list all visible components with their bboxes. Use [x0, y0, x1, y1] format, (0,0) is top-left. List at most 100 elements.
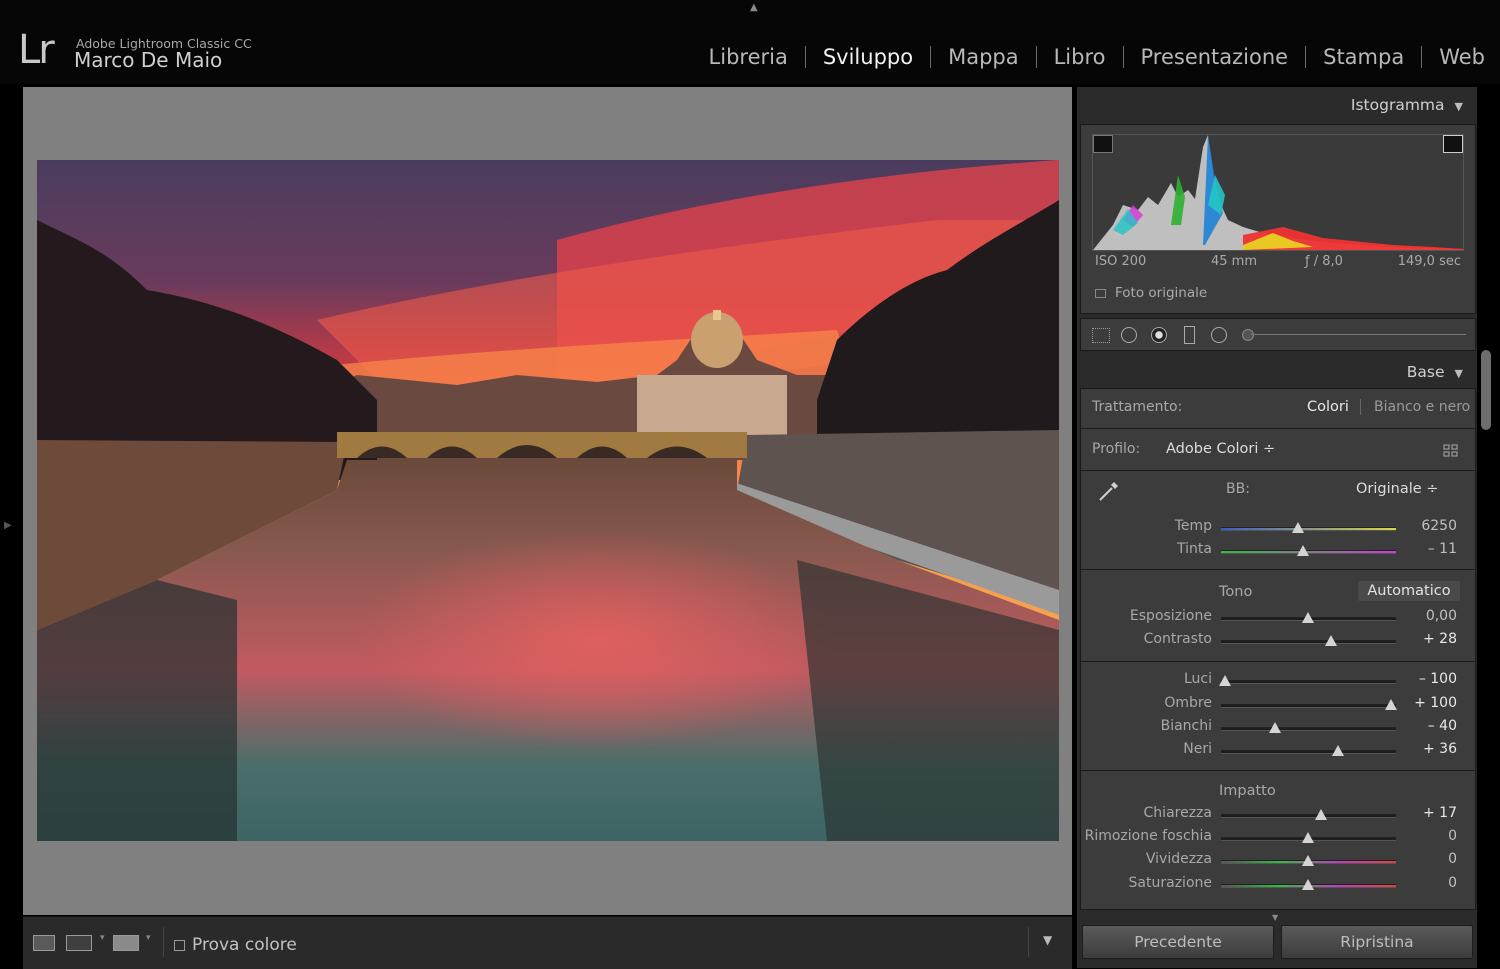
panel-expand-icon[interactable]: ▼: [1272, 913, 1278, 922]
highlight-clipping-icon[interactable]: [1443, 135, 1463, 153]
clarity-slider-track[interactable]: [1221, 814, 1396, 818]
spot-removal-icon[interactable]: [1121, 327, 1137, 343]
presence-label: Impatto: [1219, 783, 1276, 799]
highlights-value[interactable]: – 100: [1407, 671, 1457, 687]
soft-proofing-label: Prova colore: [192, 935, 297, 955]
original-photo-checkbox[interactable]: [1095, 289, 1106, 298]
clarity-value[interactable]: + 17: [1407, 805, 1457, 821]
clarity-slider-handle[interactable]: [1315, 809, 1328, 820]
section-divider: [1081, 770, 1475, 771]
photo-preview[interactable]: [37, 160, 1059, 841]
module-libro[interactable]: Libro: [1037, 45, 1123, 69]
temp-label: Temp: [1174, 518, 1212, 534]
shadows-slider-track[interactable]: [1221, 704, 1396, 708]
tone-label: Tono: [1219, 584, 1253, 600]
highlights-slider-track[interactable]: [1221, 680, 1396, 684]
original-photo-label: Foto originale: [1115, 285, 1208, 301]
white-balance-picker-icon[interactable]: [1097, 479, 1119, 501]
collapse-triangle-icon: ▼: [1454, 100, 1463, 113]
shadow-clipping-icon[interactable]: [1093, 135, 1113, 153]
saturation-slider-handle[interactable]: [1302, 879, 1314, 890]
whites-value[interactable]: – 40: [1407, 718, 1457, 734]
blacks-slider-track[interactable]: [1221, 750, 1396, 754]
vibrance-slider-handle[interactable]: [1302, 855, 1314, 866]
histogram-graph[interactable]: [1092, 134, 1464, 251]
adjustment-brush-icon[interactable]: [1242, 329, 1254, 341]
graduated-filter-icon[interactable]: [1184, 326, 1195, 344]
previous-button[interactable]: Precedente: [1082, 925, 1274, 959]
vibrance-label: Vividezza: [1145, 851, 1212, 867]
histogram-header[interactable]: Istogramma ▼: [1351, 96, 1463, 114]
dehaze-slider-handle[interactable]: [1302, 832, 1314, 843]
temp-value[interactable]: 6250: [1407, 518, 1457, 534]
collapse-top-panel-icon[interactable]: ▲: [750, 2, 758, 13]
module-mappa[interactable]: Mappa: [931, 45, 1036, 69]
dehaze-value[interactable]: 0: [1407, 828, 1457, 844]
tint-label: Tinta: [1177, 541, 1212, 557]
temp-slider-track[interactable]: [1221, 527, 1396, 531]
contrast-value[interactable]: + 28: [1407, 631, 1457, 647]
treatment-color-option[interactable]: Colori: [1307, 399, 1349, 415]
expand-left-panel-icon[interactable]: ▶: [4, 520, 12, 531]
histogram-panel: ISO 200 45 mm ƒ / 8,0 149,0 sec Foto ori…: [1080, 124, 1476, 314]
exposure-slider-handle[interactable]: [1302, 612, 1314, 623]
radial-filter-icon[interactable]: [1211, 327, 1227, 343]
module-picker: Libreria Sviluppo Mappa Libro Presentazi…: [692, 40, 1500, 74]
saturation-value[interactable]: 0: [1407, 875, 1457, 891]
treatment-label: Trattamento:: [1092, 399, 1183, 415]
section-divider: [1081, 470, 1475, 471]
loupe-view-icon[interactable]: [33, 935, 55, 951]
module-web[interactable]: Web: [1422, 45, 1500, 69]
whites-slider-handle[interactable]: [1268, 722, 1281, 733]
flag-view-icon[interactable]: [113, 935, 139, 951]
module-sviluppo[interactable]: Sviluppo: [806, 45, 930, 69]
lightroom-logo: Lr: [18, 27, 55, 73]
tint-value[interactable]: – 11: [1407, 541, 1457, 557]
shadows-value[interactable]: + 100: [1407, 695, 1457, 711]
right-panel-scrollbar[interactable]: [1481, 350, 1491, 430]
module-libreria[interactable]: Libreria: [692, 45, 805, 69]
crop-tool-icon[interactable]: [1092, 328, 1110, 343]
blacks-slider-handle[interactable]: [1331, 745, 1344, 756]
section-divider: [1081, 569, 1475, 570]
section-divider: [1081, 428, 1475, 429]
toolbar-menu-chevron-icon[interactable]: ▼: [1043, 933, 1052, 947]
exposure-label: Esposizione: [1129, 608, 1212, 624]
contrast-slider-handle[interactable]: [1325, 635, 1338, 646]
flag-options-chevron-icon[interactable]: ▾: [146, 933, 151, 943]
collapse-triangle-icon: ▼: [1454, 367, 1463, 380]
whites-slider-track[interactable]: [1221, 727, 1396, 731]
wb-label: BB:: [1226, 481, 1250, 497]
highlights-label: Luci: [1183, 671, 1212, 687]
user-name: Marco De Maio: [74, 48, 223, 72]
vibrance-value[interactable]: 0: [1407, 851, 1457, 867]
temp-slider-handle[interactable]: [1292, 522, 1305, 533]
treatment-bw-option[interactable]: Bianco e nero: [1374, 399, 1470, 415]
dehaze-label: Rimozione foschia: [1084, 828, 1212, 844]
highlights-slider-handle[interactable]: [1219, 675, 1231, 686]
module-stampa[interactable]: Stampa: [1306, 45, 1421, 69]
base-header[interactable]: Base ▼: [1407, 363, 1463, 381]
tint-slider-handle[interactable]: [1297, 545, 1310, 556]
histogram-focal-length: 45 mm: [1211, 254, 1258, 269]
tool-strip: [1080, 318, 1476, 351]
reset-button[interactable]: Ripristina: [1281, 925, 1473, 959]
shadows-slider-handle[interactable]: [1385, 699, 1397, 710]
saturation-label: Saturazione: [1128, 875, 1212, 891]
auto-tone-button[interactable]: Automatico: [1358, 581, 1460, 601]
red-eye-icon[interactable]: [1151, 327, 1167, 343]
wb-dropdown[interactable]: Originale ÷: [1356, 481, 1438, 497]
view-options-chevron-icon[interactable]: ▾: [100, 933, 105, 943]
soft-proofing-checkbox[interactable]: [174, 939, 185, 951]
soft-proofing-toggle[interactable]: Prova colore: [174, 935, 297, 955]
contrast-slider-track[interactable]: [1221, 640, 1396, 644]
blacks-value[interactable]: + 36: [1407, 741, 1457, 757]
exposure-value[interactable]: 0,00: [1407, 608, 1457, 624]
brush-track: [1251, 334, 1466, 335]
module-presentazione[interactable]: Presentazione: [1124, 45, 1306, 69]
treatment-divider: [1360, 399, 1361, 415]
before-after-view-icon[interactable]: [66, 935, 92, 951]
profile-dropdown[interactable]: Adobe Colori ÷: [1166, 441, 1275, 457]
profile-browser-icon[interactable]: [1443, 443, 1459, 457]
toolbar-divider: [1028, 927, 1029, 957]
